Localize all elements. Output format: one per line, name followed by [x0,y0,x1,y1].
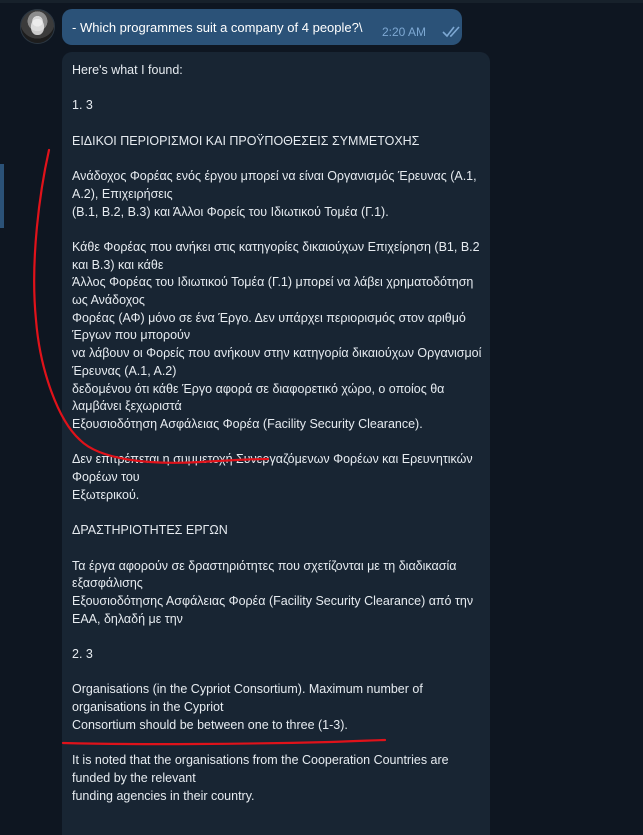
reply-line: 1. 3 [72,98,93,113]
sent-message-bubble[interactable]: - Which programmes suit a company of 4 p… [62,9,462,45]
reply-line: Consortium should be between one to thre… [72,717,348,732]
reply-line: ΔΡΑΣΤΗΡΙΟΤΗΤΕΣ ΕΡΓΩΝ [72,523,228,538]
reply-line: 2. 3 [72,647,93,662]
reply-message-bubble[interactable]: Here's what I found: 1. 3 ΕΙΔΙΚΟΙ ΠΕΡΙΟΡΙΣ… [62,52,490,835]
reply-line: Δεν επιτρέπεται η συμμετοχή Συνεργαζόμεν… [72,452,473,485]
sent-message-text: - Which programmes suit a company of 4 p… [72,20,363,35]
reply-line: να λάβουν οι Φορείς που ανήκουν στην κατ… [72,346,482,378]
scroll-indicator [0,164,4,228]
reply-line: Άλλος Φορέας του Ιδιωτικού Τομέα (Γ.1) μ… [72,275,474,308]
reply-line: (Β.1, Β.2, Β.3) και Άλλοι Φορείς του Ιδι… [72,204,389,219]
avatar-face [31,19,44,35]
reply-line: Εξουσιοδότηση Ασφάλειας Φορέα (Facility … [72,417,423,431]
reply-line: Here's what I found: [72,63,183,77]
reply-line: Εξωτερικού. [72,487,140,502]
top-strip [0,0,643,3]
reply-line: δεδομένου ότι κάθε Έργο αφορά σε διαφορε… [72,381,445,414]
reply-line: Τα έργα αφορούν σε δραστηριότητες που σχ… [72,558,457,591]
avatar[interactable] [20,9,55,44]
reply-line: Organisations (in the Cypriot Consortium… [72,682,423,715]
reply-line: Κάθε Φορέας που ανήκει στις κατηγορίες δ… [72,239,480,272]
message-time: 2:20 AM [382,25,427,39]
reply-line: It is noted that the organisations from … [72,753,449,785]
reply-line: Φορέας (ΑΦ) μόνο σε ένα Έργο. Δεν υπάρχε… [72,310,466,343]
double-check-icon [442,26,460,38]
reply-line: funding agencies in their country. [72,788,255,803]
reply-message-text: Here's what I found: 1. 3 ΕΙΔΙΚΟΙ ΠΕΡΙΟΡΙΣ… [72,62,486,805]
reply-line: ΕΙΔΙΚΟΙ ΠΕΡΙΟΡΙΣΜΟΙ ΚΑΙ ΠΡΟΫΠΟΘΕΣΕΙΣ ΣΥΜ… [72,133,420,148]
reply-line: Ανάδοχος Φορέας ενός έργου μπορεί να είν… [72,169,477,201]
reply-line: Εξουσιοδότησης Ασφάλειας Φορέα (Facility… [72,593,474,626]
